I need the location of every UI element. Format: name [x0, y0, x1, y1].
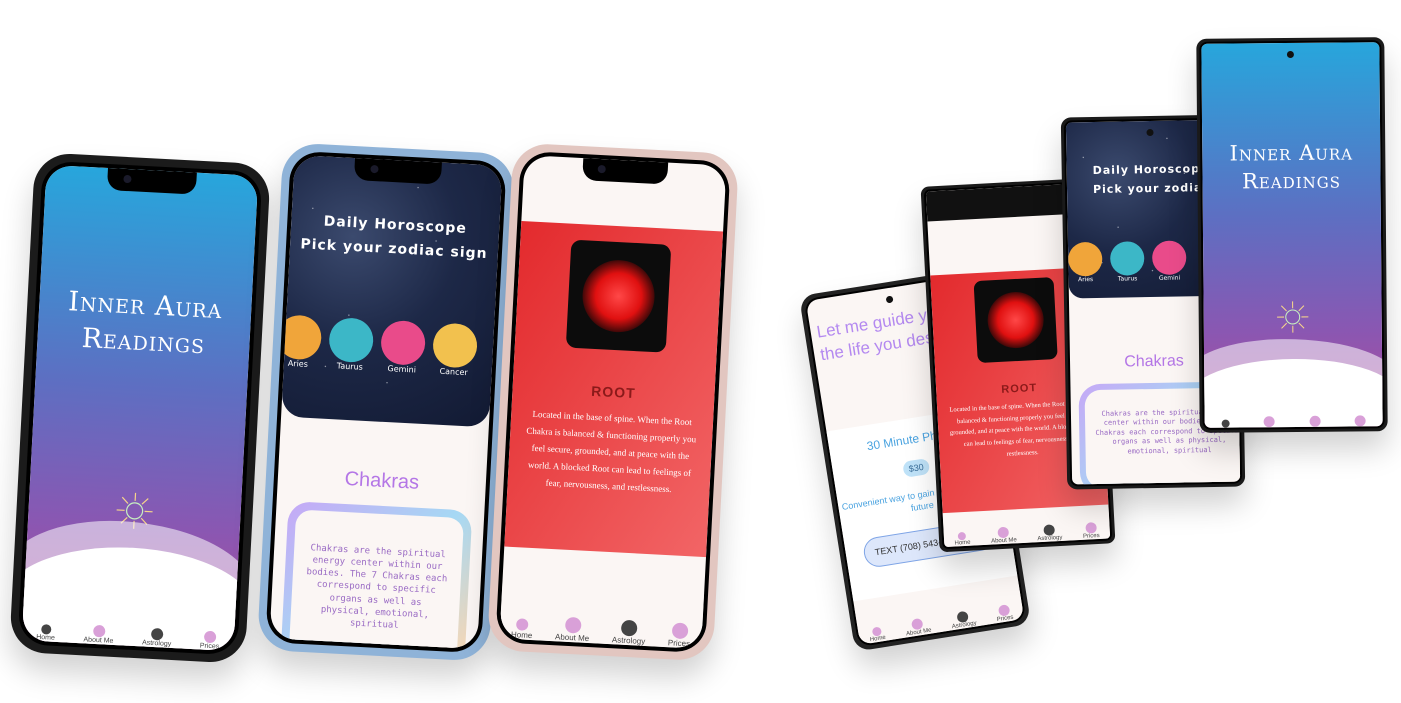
app-title: Inner Aura Readings: [67, 286, 224, 361]
gemini-icon: [1151, 240, 1187, 276]
nav-home[interactable]: Home: [868, 626, 886, 643]
taurus-icon: [328, 316, 375, 364]
mockup-stage: Inner Aura Readings Home About Me Astrol…: [0, 0, 1401, 703]
gemini-icon: [379, 319, 427, 366]
nav-about[interactable]: About Me: [904, 617, 932, 637]
nav-home[interactable]: Home: [36, 624, 56, 642]
root-text: Located in the base of spine. When the R…: [526, 408, 697, 495]
camera-punch: [1286, 50, 1294, 59]
splash-screen-android: Inner Aura Readings: [1201, 42, 1383, 428]
bottom-nav: [1204, 398, 1382, 428]
nav-about[interactable]: [1263, 416, 1276, 428]
planet-icon: [150, 627, 164, 641]
nav-astrology[interactable]: Astrology: [612, 619, 647, 646]
taurus-icon: [1109, 241, 1145, 276]
about-icon: [92, 624, 106, 638]
lotus-icon: [1277, 301, 1309, 333]
phone-splash-android: Inner Aura Readings: [1196, 37, 1388, 433]
phone-horoscope-blue: Daily Horoscope Pick your zodiac sign Ar…: [256, 142, 516, 662]
about-icon: [1263, 416, 1276, 428]
zodiac-taurus[interactable]: Taurus: [1109, 241, 1145, 283]
prices-icon: [1085, 522, 1097, 534]
horoscope-panel: Daily Horoscope Pick your zodiac sign Ar…: [281, 154, 503, 428]
root-chakra-image: [565, 239, 672, 353]
nav-about[interactable]: About Me: [555, 616, 591, 643]
notch: [353, 158, 443, 185]
about-icon: [564, 616, 582, 634]
nav-prices[interactable]: [1354, 415, 1366, 427]
home-icon: [515, 618, 529, 631]
cancer-icon: [431, 322, 479, 369]
aries-icon: [281, 314, 323, 361]
home-icon: [40, 624, 52, 635]
root-chakra-icon: [986, 290, 1046, 350]
root-screen: ROOT Located in the base of spine. When …: [499, 155, 727, 649]
chakras-text: Chakras are the spiritual energy center …: [288, 509, 465, 650]
nav-prices[interactable]: Prices: [1082, 522, 1100, 540]
nav-about[interactable]: About Me: [83, 624, 114, 645]
zodiac-aries[interactable]: Aries: [281, 314, 323, 369]
notch: [582, 158, 669, 185]
camera-punch: [885, 295, 894, 304]
home-icon: [1221, 419, 1230, 428]
nav-home[interactable]: Home: [954, 531, 971, 547]
app-title: Inner Aura Readings: [1229, 140, 1354, 194]
zodiac-cancer[interactable]: Cancer: [431, 322, 479, 377]
nav-about[interactable]: About Me: [990, 526, 1017, 545]
nav-home[interactable]: Home: [511, 618, 533, 640]
prices-icon: [203, 630, 217, 644]
root-chakra-icon: [580, 258, 657, 334]
planet-icon: [1043, 524, 1056, 536]
nav-astrology[interactable]: Astrology: [1037, 524, 1063, 542]
nav-astrology[interactable]: Astrology: [950, 610, 977, 630]
prices-icon: [671, 622, 689, 640]
bottom-nav: Home About Me Astrology Prices: [499, 582, 705, 649]
planet-icon: [1309, 415, 1321, 427]
root-card: ROOT Located in the base of spine. When …: [504, 220, 724, 558]
zodiac-gemini[interactable]: Gemini: [1151, 240, 1187, 282]
prices-icon: [1354, 415, 1366, 427]
zodiac-taurus[interactable]: Taurus: [328, 316, 375, 372]
phone-root-rose: ROOT Located in the base of spine. When …: [486, 142, 740, 662]
nav-home[interactable]: [1221, 419, 1230, 428]
phone-splash-left: Inner Aura Readings Home About Me Astrol…: [9, 152, 271, 664]
notch: [106, 167, 197, 195]
horoscope-screen: Daily Horoscope Pick your zodiac sign Ar…: [269, 154, 503, 650]
nav-prices[interactable]: Prices: [668, 622, 692, 648]
nav-astrology[interactable]: [1309, 415, 1321, 427]
root-chakra-image: [973, 277, 1058, 364]
aries-icon: [1067, 241, 1103, 277]
price-badge: $30: [902, 457, 931, 478]
bottom-nav: Home About Me Astrology Prices: [942, 504, 1111, 548]
zodiac-aries[interactable]: Aries: [1067, 241, 1103, 284]
chakras-heading: Chakras: [344, 467, 420, 494]
about-icon: [997, 526, 1010, 539]
chakras-card: Chakras are the spiritual energy center …: [280, 501, 473, 650]
root-heading: ROOT: [590, 382, 637, 402]
planet-icon: [620, 619, 638, 637]
nav-astrology[interactable]: Astrology: [142, 627, 172, 648]
nav-prices[interactable]: Prices: [200, 630, 220, 650]
zodiac-row: Aries Taurus Gemini Cancer: [281, 314, 494, 378]
zodiac-gemini[interactable]: Gemini: [379, 319, 427, 375]
nav-prices[interactable]: Prices: [995, 604, 1014, 623]
splash-screen: Inner Aura Readings Home About Me Astrol…: [21, 164, 259, 652]
